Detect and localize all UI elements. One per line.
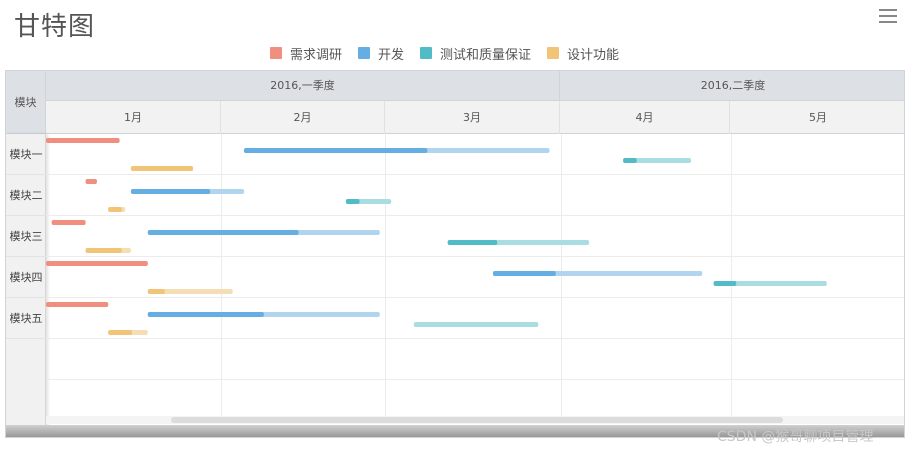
row-label-column: 模块一 模块二 模块三 模块四 模块五 — [6, 134, 46, 437]
gantt-bar-progress — [713, 281, 737, 286]
legend-swatch — [547, 47, 560, 59]
gantt-bar-progress — [85, 179, 97, 184]
horizontal-scrollbar[interactable] — [46, 416, 904, 424]
gantt-bar-progress — [85, 248, 122, 253]
legend-item-testing[interactable]: 测试和质量保证 — [420, 44, 531, 63]
month-header: 1月 2月 3月 4月 5月 — [46, 101, 904, 134]
row-label: 模块五 — [6, 298, 46, 339]
legend-item-design[interactable]: 设计功能 — [547, 44, 619, 63]
legend-label: 需求调研 — [290, 47, 343, 63]
row-label: 模块二 — [6, 175, 46, 216]
month-label: 2月 — [221, 101, 385, 134]
chart-title: 甘特图 — [14, 12, 96, 42]
quarter-label: 2016,一季度 — [46, 71, 560, 101]
gantt-bar-progress — [108, 207, 122, 212]
legend-label: 开发 — [378, 47, 405, 63]
legend-swatch — [420, 47, 433, 59]
watermark: CSDN @猴哥聊项目管理 — [717, 429, 874, 445]
legend-item-requirements[interactable]: 需求调研 — [270, 44, 342, 63]
legend-label: 测试和质量保证 — [440, 47, 532, 63]
gantt-bar[interactable] — [413, 322, 539, 327]
quarter-header: 2016,一季度 2016,二季度 — [46, 71, 904, 101]
legend-swatch — [358, 47, 371, 59]
gantt-bar-progress — [623, 158, 637, 163]
quarter-label: 2016,二季度 — [700, 79, 766, 92]
header-corner: 模块 — [6, 71, 46, 134]
gantt-bar-progress — [147, 289, 165, 294]
month-label: 3月 — [385, 101, 560, 134]
gantt-chart: 模块 2016,一季度 2016,二季度 1月 2月 3月 4月 5月 模块一 … — [5, 70, 905, 438]
gantt-bar-progress — [130, 166, 194, 171]
month-label: 5月 — [809, 111, 827, 124]
row-label: 模块一 — [6, 134, 46, 175]
scrollbar-thumb[interactable] — [171, 417, 783, 423]
legend-swatch — [270, 47, 282, 59]
gantt-bar-progress — [147, 230, 299, 235]
gantt-bar-progress — [244, 148, 428, 153]
gantt-bar-progress — [345, 199, 360, 204]
month-label: 4月 — [560, 101, 730, 134]
gantt-bar-progress — [46, 261, 148, 266]
legend-item-development[interactable]: 开发 — [358, 44, 404, 63]
gantt-bar-progress — [46, 138, 120, 143]
gantt-bar-progress — [46, 302, 109, 307]
row-label: 模块三 — [6, 216, 46, 257]
gantt-bar-progress — [147, 312, 264, 317]
gantt-bar-progress — [51, 220, 86, 225]
gantt-bar-progress — [130, 189, 211, 194]
legend-label: 设计功能 — [567, 47, 620, 63]
gantt-bar-progress — [108, 330, 132, 335]
hamburger-menu-icon[interactable] — [879, 9, 897, 23]
gantt-plot-area — [46, 134, 904, 416]
legend: 需求调研 开发 测试和质量保证 设计功能 — [270, 44, 635, 63]
gantt-bar-progress — [493, 271, 556, 276]
row-label: 模块四 — [6, 257, 46, 298]
gantt-bar-progress — [447, 240, 498, 245]
month-label: 1月 — [46, 101, 221, 134]
